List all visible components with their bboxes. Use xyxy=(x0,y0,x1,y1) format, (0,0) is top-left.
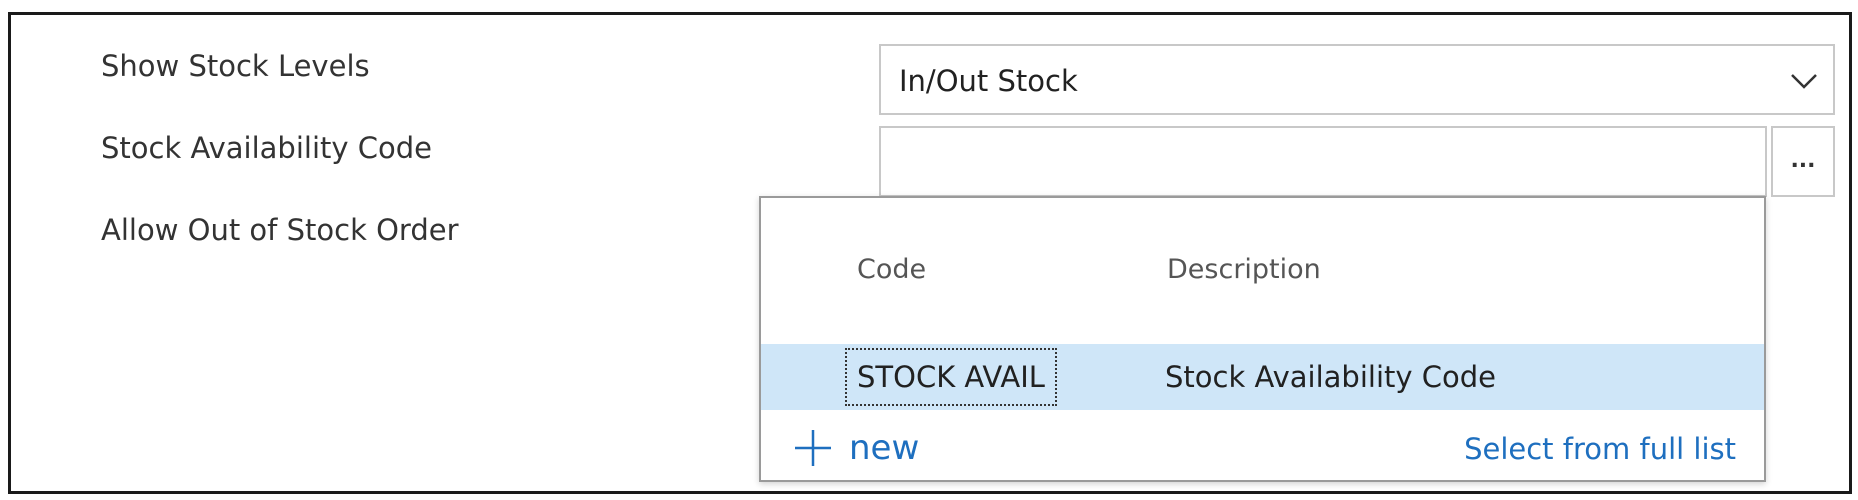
stock-availability-code-input[interactable] xyxy=(879,126,1767,197)
lookup-dropdown: Code Description STOCK AVAIL Stock Avail… xyxy=(759,196,1766,482)
new-button[interactable]: new xyxy=(793,424,919,472)
form-panel: Show Stock Levels Stock Availability Cod… xyxy=(8,12,1852,494)
chevron-down-icon[interactable] xyxy=(1789,66,1819,96)
table-row[interactable]: STOCK AVAIL Stock Availability Code xyxy=(761,344,1764,410)
show-stock-levels-label: Show Stock Levels xyxy=(101,49,370,83)
show-stock-levels-value: In/Out Stock xyxy=(899,64,1078,98)
plus-icon xyxy=(795,430,831,466)
select-from-full-list-link[interactable]: Select from full list xyxy=(1464,432,1736,466)
show-stock-levels-select[interactable]: In/Out Stock xyxy=(879,44,1835,115)
allow-out-of-stock-order-label: Allow Out of Stock Order xyxy=(101,213,459,247)
column-header-description[interactable]: Description xyxy=(1167,254,1321,285)
stock-availability-code-label: Stock Availability Code xyxy=(101,131,433,165)
row-code-cell[interactable]: STOCK AVAIL xyxy=(845,348,1057,406)
stock-availability-code-lookup-button[interactable]: ... xyxy=(1771,126,1835,197)
column-header-code[interactable]: Code xyxy=(857,254,926,285)
row-description-cell[interactable]: Stock Availability Code xyxy=(1165,360,1496,394)
new-button-label: new xyxy=(849,428,920,468)
